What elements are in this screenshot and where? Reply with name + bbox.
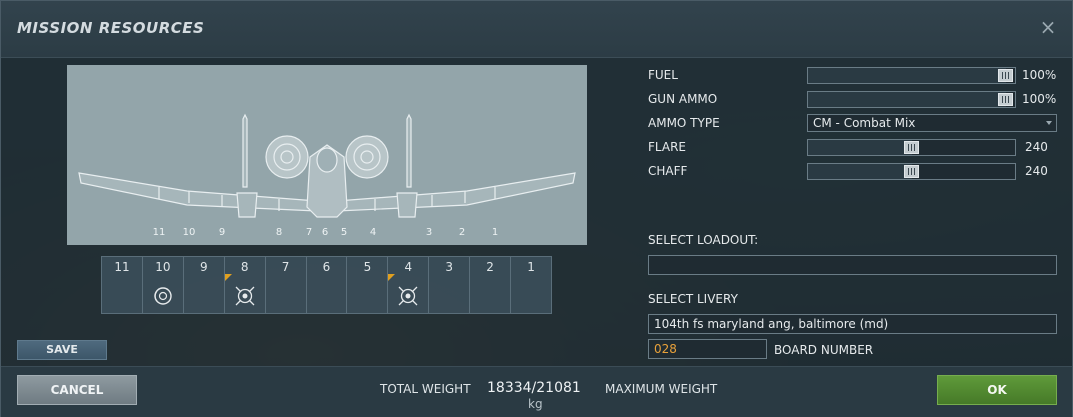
- chaff-value: 240: [1025, 164, 1048, 178]
- station-label: 8: [276, 227, 282, 238]
- gun-ammo-value: 100%: [1022, 92, 1057, 106]
- fuel-slider[interactable]: [807, 67, 1016, 84]
- chaff-label: CHAFF: [648, 164, 688, 178]
- slider-thumb[interactable]: [998, 69, 1013, 82]
- loadout-field[interactable]: [648, 255, 1057, 275]
- pylon-slot-1[interactable]: 1: [511, 257, 551, 313]
- ammo-type-select[interactable]: CM - Combat Mix: [807, 114, 1057, 132]
- maximum-weight-label: MAXIMUM WEIGHT: [605, 382, 718, 396]
- station-label: 9: [219, 227, 225, 238]
- livery-field[interactable]: 104th fs maryland ang, baltimore (md): [648, 314, 1057, 334]
- pylon-number: 9: [199, 260, 208, 274]
- mission-resources-dialog: MISSION RESOURCES × 11 10 9 8 7 6 5 4 3 …: [0, 0, 1073, 417]
- store-flag: [388, 274, 396, 281]
- dialog-footer: CANCEL TOTAL WEIGHT 18334/21081 kg MAXIM…: [1, 366, 1072, 417]
- flare-slider[interactable]: [807, 139, 1016, 156]
- gun-ammo-slider[interactable]: [807, 91, 1016, 108]
- pylon-slot-5[interactable]: 5: [347, 257, 389, 313]
- station-label: 4: [370, 227, 376, 238]
- cancel-button[interactable]: CANCEL: [17, 375, 137, 405]
- pylon-slot-4[interactable]: 4: [388, 257, 430, 313]
- station-label: 5: [341, 227, 347, 238]
- fuel-value: 100%: [1022, 68, 1057, 82]
- pylon-number: 7: [281, 260, 290, 274]
- station-label: 11: [153, 227, 166, 238]
- pylon-number: 1: [527, 260, 535, 274]
- pylon-grid: 11 10 9 8 7 6 5 4 3 2 1: [101, 256, 552, 314]
- ammo-type-value: CM - Combat Mix: [813, 116, 916, 130]
- gun-ammo-label: GUN AMMO: [648, 92, 718, 106]
- save-button[interactable]: SAVE: [17, 340, 107, 360]
- munition-icon: [235, 286, 255, 306]
- pylon-number: 6: [322, 260, 331, 274]
- slider-thumb[interactable]: [904, 165, 919, 178]
- pylon-slot-9[interactable]: 9: [184, 257, 225, 313]
- pylon-slot-8[interactable]: 8: [224, 257, 266, 313]
- chaff-slider[interactable]: [807, 163, 1016, 180]
- station-label: 10: [183, 227, 196, 238]
- pylon-slot-6[interactable]: 6: [307, 257, 348, 313]
- pylon-slot-2[interactable]: 2: [470, 257, 512, 313]
- pod-icon: [154, 287, 172, 305]
- slider-fill: [808, 140, 912, 155]
- board-number-input[interactable]: 028: [648, 339, 767, 359]
- pylon-number: 3: [445, 260, 454, 274]
- fuel-label: FUEL: [648, 68, 678, 82]
- station-label: 1: [492, 227, 498, 238]
- station-label: 7: [306, 227, 312, 238]
- weight-unit: kg: [528, 397, 543, 411]
- station-label: 6: [322, 227, 328, 238]
- pylon-number: 4: [404, 260, 413, 274]
- title-bar: MISSION RESOURCES ×: [1, 1, 1072, 58]
- flare-value: 240: [1025, 140, 1048, 154]
- pylon-number: 11: [114, 260, 130, 274]
- pylon-slot-3[interactable]: 3: [429, 257, 471, 313]
- pylon-number: 2: [486, 260, 494, 274]
- slider-thumb[interactable]: [998, 93, 1013, 106]
- total-weight-label: TOTAL WEIGHT: [380, 382, 471, 396]
- station-label: 3: [426, 227, 432, 238]
- station-labels: 11 10 9 8 7 6 5 4 3 2 1: [153, 227, 499, 238]
- pylon-number: 5: [363, 260, 372, 274]
- loadout-label: SELECT LOADOUT:: [648, 233, 759, 247]
- slider-fill: [808, 164, 912, 179]
- ok-button[interactable]: OK: [937, 375, 1057, 405]
- livery-label: SELECT LIVERY: [648, 292, 738, 306]
- slider-fill: [808, 68, 1006, 83]
- slider-fill: [808, 92, 1006, 107]
- ammo-type-label: AMMO TYPE: [648, 116, 720, 130]
- station-label: 2: [459, 227, 465, 238]
- munition-icon: [398, 286, 418, 306]
- chevron-down-icon: [1046, 121, 1052, 125]
- aircraft-preview: 11 10 9 8 7 6 5 4 3 2 1: [67, 65, 587, 245]
- pylon-number: 10: [155, 260, 171, 274]
- board-number-label: BOARD NUMBER: [774, 343, 874, 357]
- pylon-slot-7[interactable]: 7: [266, 257, 307, 313]
- dialog-title: MISSION RESOURCES: [17, 19, 205, 37]
- flare-label: FLARE: [648, 140, 686, 154]
- pylon-slot-10[interactable]: 10: [143, 257, 184, 313]
- slider-thumb[interactable]: [904, 141, 919, 154]
- aircraft-silhouette: 11 10 9 8 7 6 5 4 3 2 1: [78, 113, 576, 238]
- pylon-number: 8: [240, 260, 249, 274]
- store-flag: [224, 274, 232, 281]
- pylon-slot-11[interactable]: 11: [102, 257, 143, 313]
- close-icon[interactable]: ×: [1038, 17, 1058, 37]
- total-weight-value: 18334/21081: [487, 380, 581, 396]
